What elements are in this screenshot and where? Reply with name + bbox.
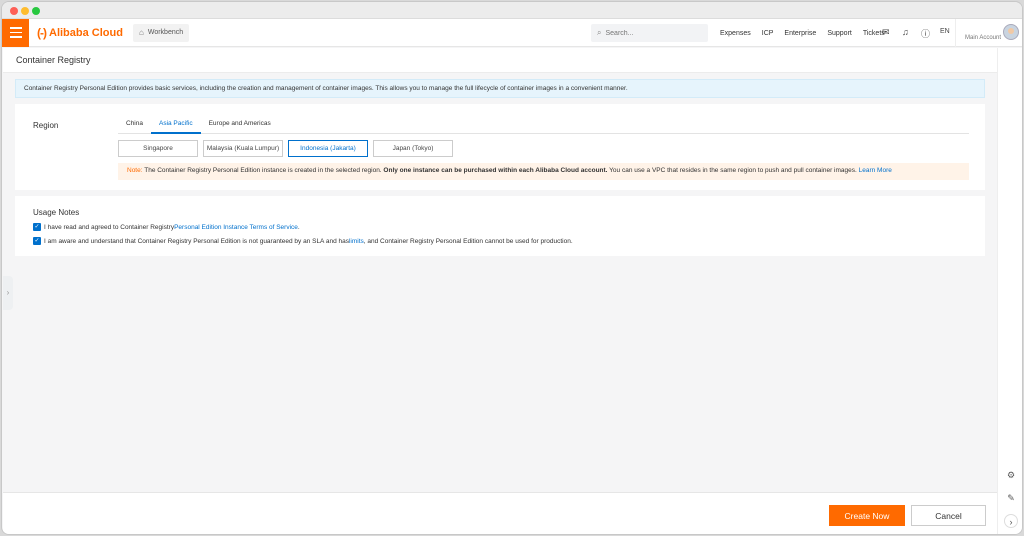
terms-checkbox[interactable]: ✓	[33, 223, 41, 231]
sla-awareness-row: ✓ I am aware and understand that Contain…	[33, 237, 573, 245]
window-titlebar	[2, 2, 1022, 19]
tab-asia-pacific[interactable]: Asia Pacific	[150, 114, 201, 134]
bell-icon[interactable]: ♫	[902, 27, 909, 37]
workbench-button[interactable]: ⌂ Workbench	[133, 23, 190, 42]
close-window-button[interactable]	[10, 7, 18, 15]
home-icon: ⌂	[139, 28, 144, 37]
search-icon: ⌕	[597, 28, 602, 37]
page-header: Container Registry	[3, 48, 997, 73]
region-tabs: China Asia Pacific Europe and Americas	[118, 114, 969, 134]
edit-icon[interactable]: ✎	[1004, 491, 1018, 505]
language-switch[interactable]: EN	[940, 28, 950, 35]
avatar[interactable]	[1003, 24, 1019, 40]
region-note: Note: The Container Registry Personal Ed…	[118, 163, 969, 180]
footer-bar: Create Now Cancel	[3, 492, 997, 534]
region-options: Singapore Malaysia (Kuala Lumpur) Indone…	[118, 140, 453, 157]
region-option-kuala-lumpur[interactable]: Malaysia (Kuala Lumpur)	[203, 140, 283, 157]
help-icon[interactable]: ⓘ	[921, 27, 930, 40]
menu-icon[interactable]	[2, 18, 29, 47]
logo-text: Alibaba Cloud	[49, 26, 123, 39]
account-menu[interactable]: Main Account	[955, 19, 1003, 47]
browser-window: (-) Alibaba Cloud ⌂ Workbench ⌕ Expenses…	[1, 1, 1023, 535]
region-option-singapore[interactable]: Singapore	[118, 140, 198, 157]
message-icon[interactable]: ✉	[882, 27, 890, 38]
nav-link-enterprise[interactable]: Enterprise	[784, 30, 816, 37]
nav-link-support[interactable]: Support	[827, 30, 852, 37]
terms-suffix: .	[297, 223, 300, 231]
create-now-button[interactable]: Create Now	[829, 505, 905, 526]
terms-of-service-link[interactable]: Personal Edition Instance Terms of Servi…	[174, 224, 298, 231]
limits-link[interactable]: limits	[349, 238, 364, 245]
usage-notes-card: Usage Notes ✓ I have read and agreed to …	[15, 196, 985, 256]
top-navigation: (-) Alibaba Cloud ⌂ Workbench ⌕ Expenses…	[2, 18, 1022, 47]
nav-link-expenses[interactable]: Expenses	[720, 30, 751, 37]
alibaba-cloud-logo[interactable]: (-) Alibaba Cloud	[37, 26, 127, 40]
search-input[interactable]	[605, 29, 696, 37]
workbench-label: Workbench	[147, 29, 184, 36]
right-rail: ⚙ ✎ ›	[997, 48, 1022, 534]
usage-notes-title: Usage Notes	[33, 208, 80, 217]
page-title: Container Registry	[16, 55, 91, 65]
cancel-button[interactable]: Cancel	[911, 505, 986, 526]
account-label: Main Account	[965, 35, 1002, 41]
settings-icon[interactable]: ⚙	[1004, 468, 1018, 482]
sla-suffix: , and Container Registry Personal Editio…	[363, 237, 573, 245]
region-card: Region China Asia Pacific Europe and Ame…	[15, 104, 985, 190]
expand-sidebar-icon[interactable]: ›	[3, 276, 13, 310]
note-label: Note:	[127, 167, 143, 174]
zoom-window-button[interactable]	[32, 7, 40, 15]
region-label: Region	[33, 121, 59, 130]
region-option-tokyo[interactable]: Japan (Tokyo)	[373, 140, 453, 157]
tab-china[interactable]: China	[118, 114, 151, 134]
sla-text: I am aware and understand that Container…	[44, 237, 349, 245]
info-banner: Container Registry Personal Edition prov…	[15, 79, 985, 98]
terms-text: I have read and agreed to Container Regi…	[44, 223, 175, 231]
tab-europe-americas[interactable]: Europe and Americas	[201, 114, 279, 134]
logo-mark: (-)	[37, 25, 47, 40]
terms-agreement-row: ✓ I have read and agreed to Container Re…	[33, 223, 300, 231]
search-box[interactable]: ⌕	[591, 24, 708, 42]
sla-checkbox[interactable]: ✓	[33, 237, 41, 245]
nav-link-icp[interactable]: ICP	[762, 30, 774, 37]
learn-more-link[interactable]: Learn More	[859, 167, 892, 174]
note-text-1: The Container Registry Personal Edition …	[142, 167, 384, 174]
region-option-jakarta[interactable]: Indonesia (Jakarta)	[288, 140, 368, 157]
note-text-2: You can use a VPC that resides in the sa…	[607, 167, 859, 174]
minimize-window-button[interactable]	[21, 7, 29, 15]
chevron-right-icon[interactable]: ›	[1004, 514, 1018, 528]
nav-links: Expenses ICP Enterprise Support Tickets	[720, 19, 896, 47]
note-bold-text: Only one instance can be purchased withi…	[383, 167, 608, 174]
